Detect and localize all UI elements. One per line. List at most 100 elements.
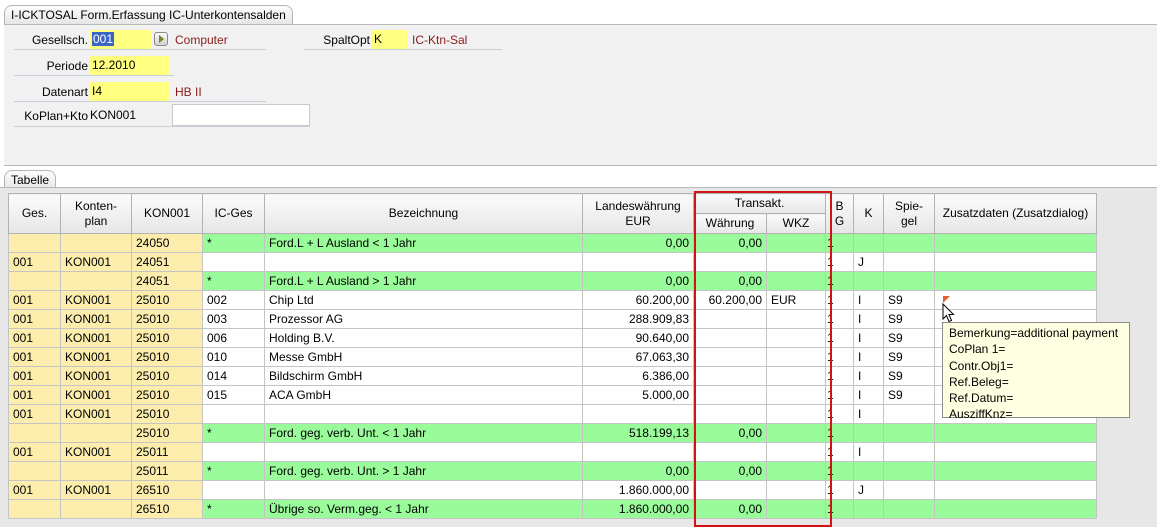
cell-konto[interactable]: 26510 [131, 499, 203, 519]
cell-waehrung[interactable]: 0,00 [693, 499, 767, 519]
cell-bezeichnung[interactable]: Übrige so. Verm.geg. < 1 Jahr [264, 499, 583, 519]
cell-landeswaehrung[interactable] [582, 442, 694, 462]
cell-landeswaehrung[interactable]: 0,00 [582, 233, 694, 253]
cell-spiegel[interactable]: S9 [883, 385, 935, 405]
cell-ic-ges[interactable]: 014 [202, 366, 265, 386]
column-header-spiegel[interactable]: Spie-gel [883, 193, 935, 234]
cell-waehrung[interactable]: 0,00 [693, 461, 767, 481]
cell-k[interactable]: J [853, 252, 884, 272]
cell-k[interactable] [853, 233, 884, 253]
cell-ges[interactable]: 001 [8, 366, 61, 386]
cell-wkz[interactable] [766, 309, 826, 329]
cell-zusatzdaten[interactable] [934, 442, 1097, 462]
cell-konto[interactable]: 25010 [131, 290, 203, 310]
cell-k[interactable] [853, 423, 884, 443]
column-header-bezeichnung[interactable]: Bezeichnung [264, 193, 583, 234]
cell-ges[interactable]: 001 [8, 404, 61, 424]
sum-row[interactable]: 24050 * Ford.L + L Ausland < 1 Jahr 0,00 0,0… [8, 233, 1097, 253]
periode-input[interactable]: 12.2010 [90, 56, 170, 75]
cell-ges[interactable] [8, 271, 61, 291]
column-header-zusatzdaten[interactable]: Zusatzdaten (Zusatzdialog) [934, 193, 1097, 234]
cell-bg[interactable]: 1 [825, 404, 854, 424]
cell-bg[interactable]: 1 [825, 347, 854, 367]
cell-zusatzdaten[interactable] [934, 423, 1097, 443]
cell-spiegel[interactable] [883, 480, 935, 500]
spaltopt-input[interactable]: K [372, 30, 408, 49]
cell-ges[interactable] [8, 461, 61, 481]
cell-wkz[interactable] [766, 347, 826, 367]
cell-spiegel[interactable] [883, 461, 935, 481]
cell-landeswaehrung[interactable]: 0,00 [582, 271, 694, 291]
cell-ic-ges[interactable]: * [202, 271, 265, 291]
cell-ic-ges[interactable]: * [202, 461, 265, 481]
column-header-kontenplan[interactable]: Konten-plan [60, 193, 132, 234]
cell-landeswaehrung[interactable]: 1.860.000,00 [582, 499, 694, 519]
column-header-konto[interactable]: KON001 [131, 193, 203, 234]
cell-kontenplan[interactable]: KON001 [60, 252, 132, 272]
cell-zusatzdaten[interactable] [934, 461, 1097, 481]
cell-ges[interactable]: 001 [8, 309, 61, 329]
table-row[interactable]: 001 KON001 25010 003 Prozessor AG 288.909,83 1… [8, 309, 1097, 329]
cell-ges[interactable] [8, 233, 61, 253]
cell-bg[interactable]: 1 [825, 328, 854, 348]
note-marker-icon[interactable] [943, 296, 950, 303]
cell-bezeichnung[interactable]: Ford.L + L Ausland > 1 Jahr [264, 271, 583, 291]
cell-bg[interactable]: 1 [825, 499, 854, 519]
cell-spiegel[interactable] [883, 499, 935, 519]
cell-konto[interactable]: 25010 [131, 385, 203, 405]
cell-ic-ges[interactable]: * [202, 499, 265, 519]
cell-spiegel[interactable] [883, 233, 935, 253]
cell-wkz[interactable] [766, 233, 826, 253]
cell-ic-ges[interactable]: 002 [202, 290, 265, 310]
cell-kontenplan[interactable]: KON001 [60, 480, 132, 500]
cell-kontenplan[interactable]: KON001 [60, 366, 132, 386]
cell-k[interactable]: I [853, 385, 884, 405]
cell-ges[interactable]: 001 [8, 442, 61, 462]
cell-wkz[interactable] [766, 480, 826, 500]
cell-konto[interactable]: 25010 [131, 366, 203, 386]
column-header-ges[interactable]: Ges. [8, 193, 61, 234]
cell-bg[interactable]: 1 [825, 442, 854, 462]
cell-waehrung[interactable]: 60.200,00 [693, 290, 767, 310]
cell-wkz[interactable] [766, 252, 826, 272]
cell-kontenplan[interactable]: KON001 [60, 442, 132, 462]
cell-bg[interactable]: 1 [825, 423, 854, 443]
cell-kontenplan[interactable]: KON001 [60, 404, 132, 424]
cell-konto[interactable]: 25010 [131, 309, 203, 329]
column-header-k[interactable]: K [853, 193, 884, 234]
cell-bezeichnung[interactable]: Bildschirm GmbH [264, 366, 583, 386]
cell-zusatzdaten[interactable] [934, 252, 1097, 272]
cell-bezeichnung[interactable]: Messe GmbH [264, 347, 583, 367]
cell-k[interactable]: I [853, 404, 884, 424]
cell-bezeichnung[interactable] [264, 404, 583, 424]
cell-kontenplan[interactable]: KON001 [60, 347, 132, 367]
cell-waehrung[interactable] [693, 252, 767, 272]
cell-ic-ges[interactable]: 006 [202, 328, 265, 348]
cell-bg[interactable]: 1 [825, 309, 854, 329]
cell-landeswaehrung[interactable]: 90.640,00 [582, 328, 694, 348]
cell-wkz[interactable] [766, 404, 826, 424]
cell-k[interactable]: I [853, 366, 884, 386]
cell-kontenplan[interactable]: KON001 [60, 290, 132, 310]
cell-bezeichnung[interactable]: Ford. geg. verb. Unt. > 1 Jahr [264, 461, 583, 481]
cell-ic-ges[interactable]: 003 [202, 309, 265, 329]
cell-waehrung[interactable] [693, 404, 767, 424]
cell-bg[interactable]: 1 [825, 290, 854, 310]
table-row[interactable]: 001 KON001 25011 1 I [8, 442, 1097, 462]
cell-spiegel[interactable]: S9 [883, 328, 935, 348]
cell-bg[interactable]: 1 [825, 271, 854, 291]
column-header-landeswaehrung[interactable]: Landeswährung EUR [582, 193, 694, 234]
cell-konto[interactable]: 24050 [131, 233, 203, 253]
cell-spiegel[interactable]: S9 [883, 290, 935, 310]
cell-ic-ges[interactable]: * [202, 423, 265, 443]
cell-landeswaehrung[interactable] [582, 404, 694, 424]
cell-konto[interactable]: 25010 [131, 423, 203, 443]
sum-row[interactable]: 26510 * Übrige so. Verm.geg. < 1 Jahr 1.860… [8, 499, 1097, 519]
cell-k[interactable]: I [853, 328, 884, 348]
column-header-waehrung[interactable]: Währung [693, 213, 767, 234]
table-row[interactable]: 001 KON001 25010 010 Messe GmbH 67.063,30 1 I S9 [8, 347, 1097, 367]
cell-waehrung[interactable] [693, 347, 767, 367]
cell-ic-ges[interactable] [202, 480, 265, 500]
cell-wkz[interactable] [766, 271, 826, 291]
cell-k[interactable]: I [853, 347, 884, 367]
